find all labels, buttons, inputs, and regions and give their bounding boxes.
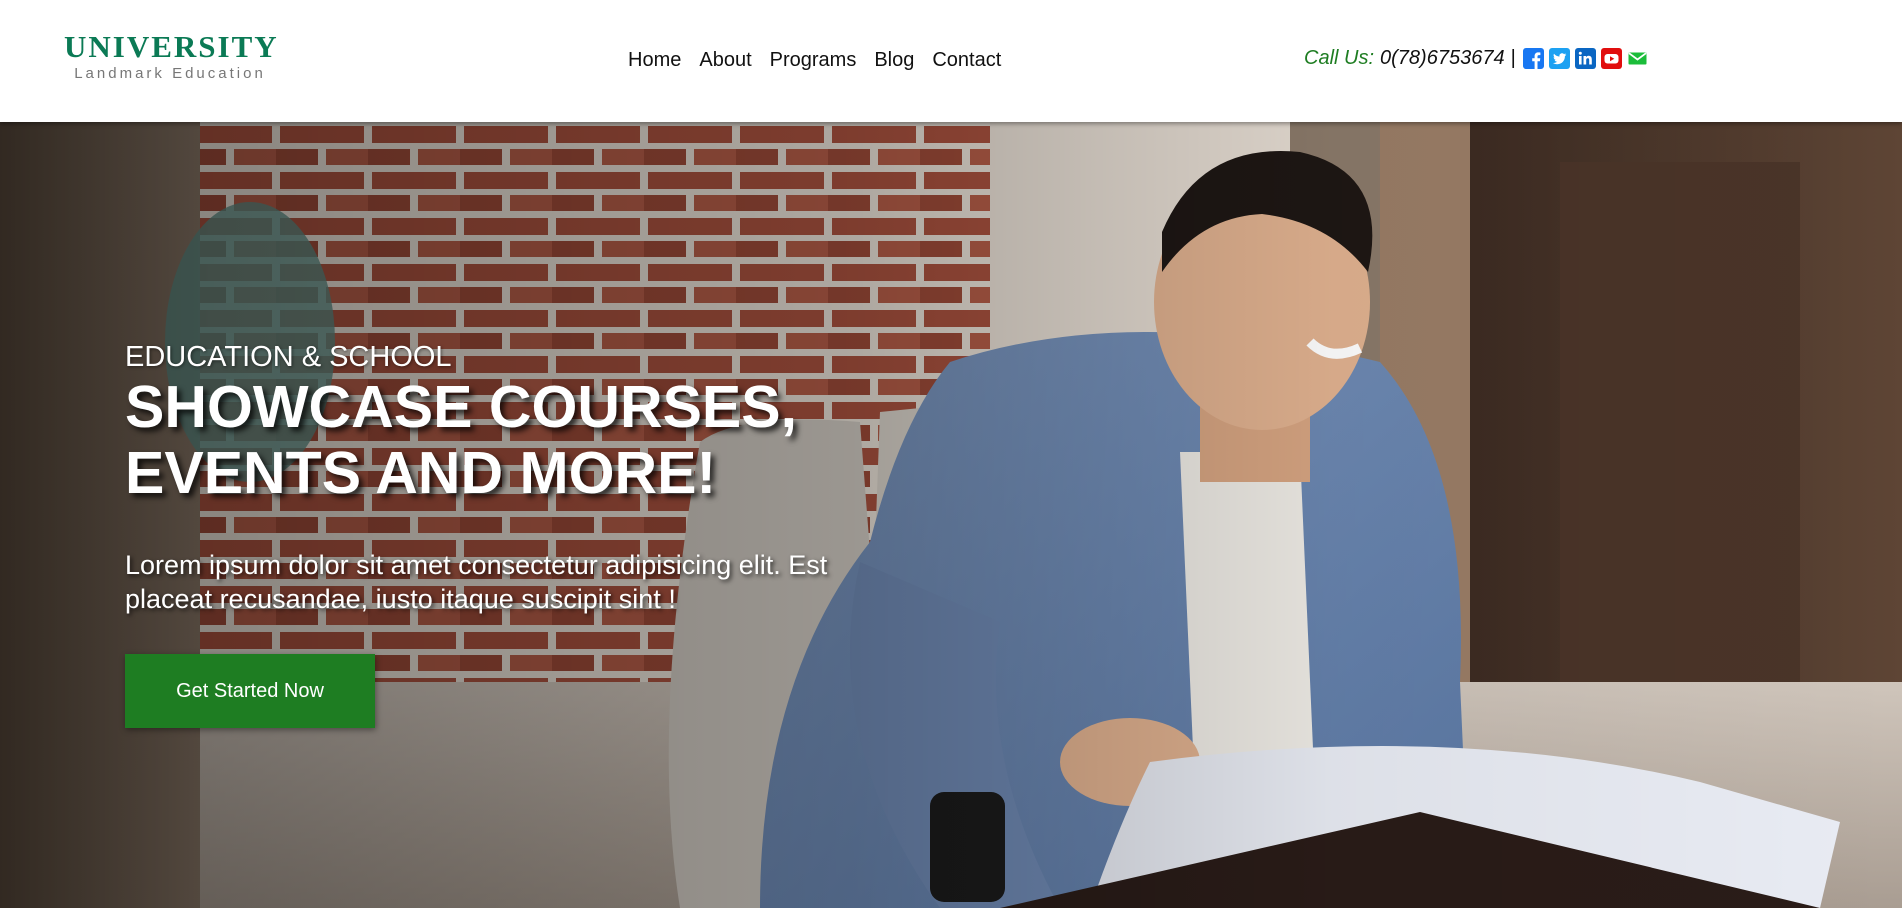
nav-blog[interactable]: Blog (874, 48, 914, 72)
linkedin-icon[interactable] (1574, 47, 1596, 69)
youtube-icon[interactable] (1600, 47, 1622, 69)
mail-icon[interactable] (1627, 48, 1648, 69)
main-nav: Home About Programs Blog Contact (628, 48, 1001, 72)
contact-info: Call Us: 0(78)6753674 | (1304, 46, 1648, 70)
hero-description-line-1: Lorem ipsum dolor sit amet consectetur a… (125, 550, 828, 580)
logo-title: UNIVERSITY (64, 29, 279, 64)
nav-about[interactable]: About (699, 48, 751, 72)
get-started-button[interactable]: Get Started Now (125, 654, 375, 728)
hero-headline-line-2: EVENTS AND MORE! (125, 440, 717, 506)
call-us-label: Call Us: (1304, 47, 1375, 69)
nav-home[interactable]: Home (628, 48, 681, 72)
facebook-icon[interactable] (1522, 47, 1544, 69)
social-links (1522, 47, 1648, 69)
hero-content: EDUCATION & SCHOOL SHOWCASE COURSES, EVE… (125, 342, 1025, 728)
twitter-icon[interactable] (1548, 47, 1570, 69)
hero-description: Lorem ipsum dolor sit amet consectetur a… (125, 548, 925, 616)
hero-eyebrow: EDUCATION & SCHOOL (125, 341, 452, 373)
site-header: UNIVERSITY Landmark Education Home About… (0, 0, 1902, 122)
contact-separator: | (1510, 47, 1516, 69)
hero-section: EDUCATION & SCHOOL SHOWCASE COURSES, EVE… (0, 122, 1902, 908)
nav-contact[interactable]: Contact (932, 48, 1001, 72)
phone-number[interactable]: 0(78)6753674 (1380, 46, 1505, 70)
hero-description-line-2: placeat recusandae, iusto itaque suscipi… (125, 584, 676, 614)
hero-headline-line-1: SHOWCASE COURSES, (125, 374, 798, 440)
hero-headline: SHOWCASE COURSES, EVENTS AND MORE! (125, 374, 1025, 506)
nav-programs[interactable]: Programs (770, 48, 857, 72)
site-logo[interactable]: UNIVERSITY Landmark Education (64, 29, 279, 83)
logo-subtitle: Landmark Education (74, 65, 266, 82)
